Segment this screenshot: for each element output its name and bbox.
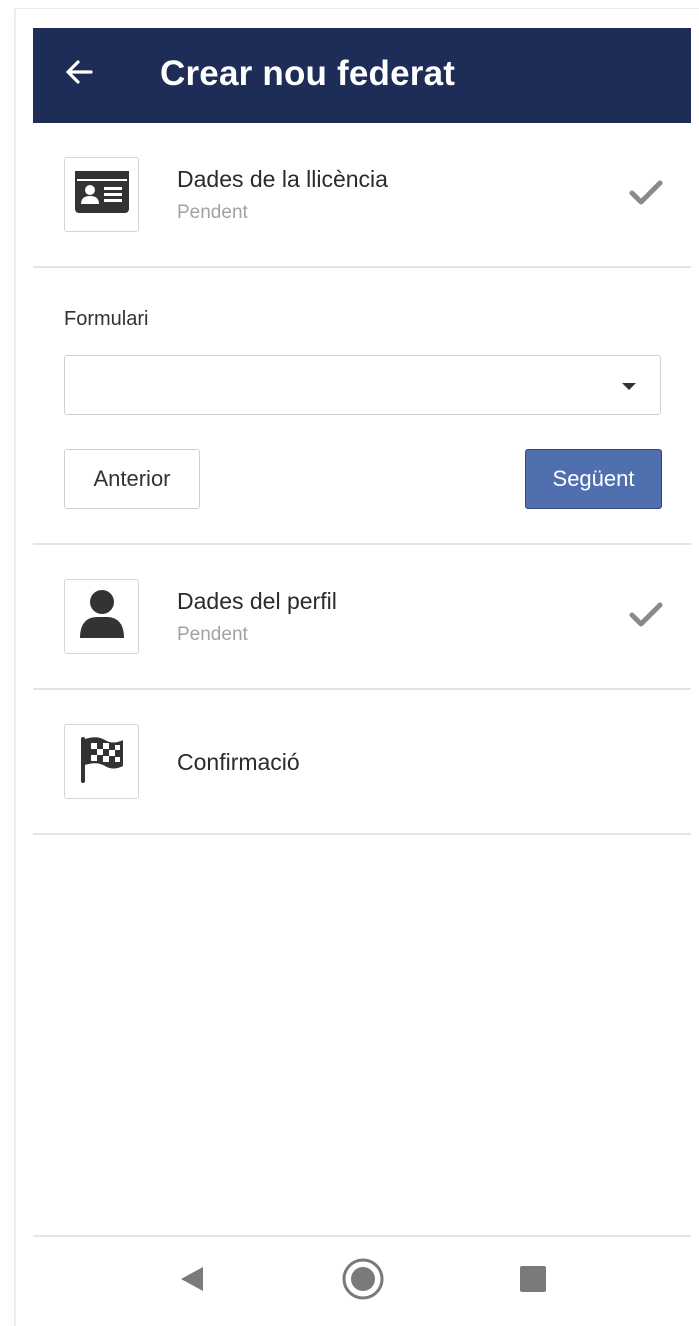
step-license-data[interactable]: Dades de la llicència Pendent [33, 123, 691, 268]
step-icon-box [64, 579, 139, 654]
step-icon-box [64, 724, 139, 799]
system-nav-bar [33, 1235, 691, 1326]
nav-home-button[interactable] [339, 1257, 387, 1305]
nav-recents-button[interactable] [509, 1257, 557, 1305]
divider [33, 266, 691, 268]
step-title: Dades del perfil [177, 588, 337, 614]
check-icon [626, 173, 666, 213]
previous-button[interactable]: Anterior [64, 449, 200, 509]
step-title: Confirmació [177, 749, 300, 775]
step-profile-data[interactable]: Dades del perfil Pendent [33, 545, 691, 688]
nav-home-circle-icon [341, 1257, 385, 1306]
back-button[interactable] [55, 50, 103, 98]
page-title: Crear nou federat [160, 54, 456, 93]
caret-down-icon [622, 383, 636, 390]
frame-edge [14, 8, 699, 9]
nav-back-triangle-icon [177, 1264, 207, 1299]
step-confirmation[interactable]: Confirmació [33, 690, 691, 833]
app-bar: Crear nou federat [33, 28, 691, 123]
next-button[interactable]: Següent [525, 449, 662, 509]
checkered-flag-icon [77, 733, 127, 790]
step-status: Pendent [177, 624, 248, 645]
nav-back-button[interactable] [168, 1257, 216, 1305]
step-status: Pendent [177, 202, 248, 223]
divider [33, 833, 691, 835]
step-icon-box [64, 157, 139, 232]
form-select[interactable] [64, 355, 661, 415]
frame-edge [14, 8, 16, 1326]
arrow-left-icon [63, 56, 95, 93]
id-card-icon [73, 169, 131, 220]
step-title: Dades de la llicència [177, 166, 388, 192]
app-screen: Crear nou federat Dades de la llicència … [0, 0, 699, 1326]
user-icon [78, 588, 126, 645]
nav-recents-square-icon [518, 1264, 548, 1299]
check-icon [626, 595, 666, 635]
form-label: Formulari [64, 308, 149, 330]
